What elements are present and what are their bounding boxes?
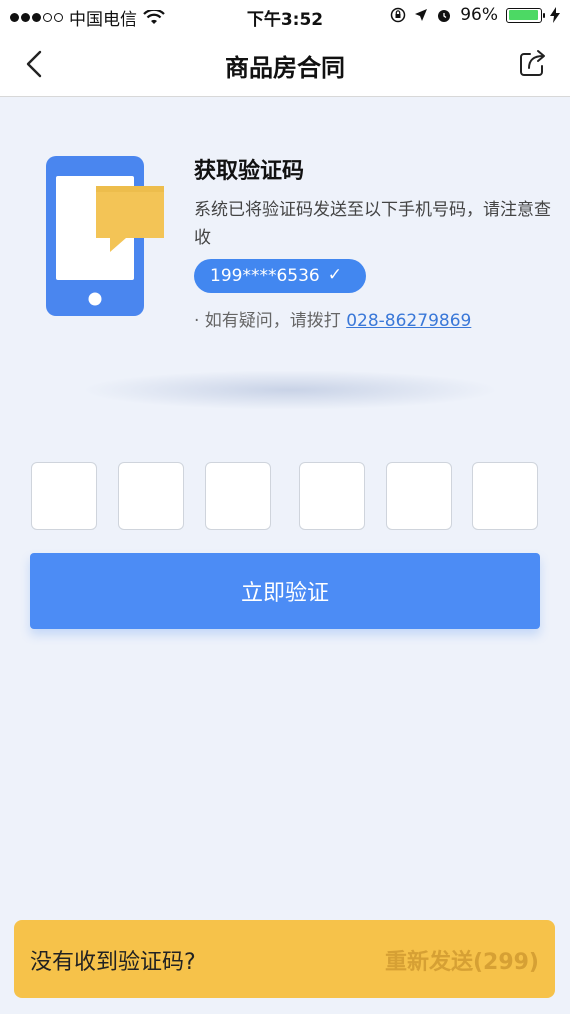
battery-icon xyxy=(506,7,545,23)
status-right: 96% xyxy=(390,5,560,25)
resend-question: 没有收到验证码? xyxy=(30,950,196,975)
share-icon[interactable] xyxy=(516,46,550,80)
verify-button[interactable]: 立即验证 xyxy=(30,553,540,629)
help-prefix: · 如有疑问，请拨打 xyxy=(194,311,347,331)
code-input-2[interactable] xyxy=(118,462,184,530)
resend-bar: 没有收到验证码? 重新发送(299) xyxy=(14,920,555,998)
check-icon: ✓ xyxy=(327,265,342,285)
illustration-shadow xyxy=(80,370,500,410)
code-input-1[interactable] xyxy=(31,462,97,530)
code-input-3[interactable] xyxy=(205,462,271,530)
phone-number-badge: 199****6536 ✓ xyxy=(194,259,366,293)
phone-message-illustration xyxy=(46,156,164,316)
nav-bar: 商品房合同 xyxy=(0,32,570,97)
location-icon xyxy=(415,9,428,21)
help-phone-link[interactable]: 028-86279869 xyxy=(346,311,471,331)
alarm-icon xyxy=(438,10,451,22)
help-line: · 如有疑问，请拨打 028-86279869 xyxy=(194,306,471,331)
rotation-lock-icon xyxy=(390,7,406,23)
code-input-5[interactable] xyxy=(386,462,452,530)
phone-number: 199****6536 xyxy=(210,266,320,286)
resend-button[interactable]: 重新发送(299) xyxy=(385,944,539,976)
battery-percent: 96% xyxy=(460,5,498,25)
charging-icon xyxy=(550,7,560,23)
info-description: 系统已将验证码发送至以下手机号码，请注意查收 xyxy=(194,200,551,248)
code-input-6[interactable] xyxy=(472,462,538,530)
info-title: 获取验证码 xyxy=(194,159,305,184)
page-title: 商品房合同 xyxy=(225,54,345,82)
status-bar: 中国电信 下午3:52 96% xyxy=(0,0,570,32)
code-input-4[interactable] xyxy=(299,462,365,530)
